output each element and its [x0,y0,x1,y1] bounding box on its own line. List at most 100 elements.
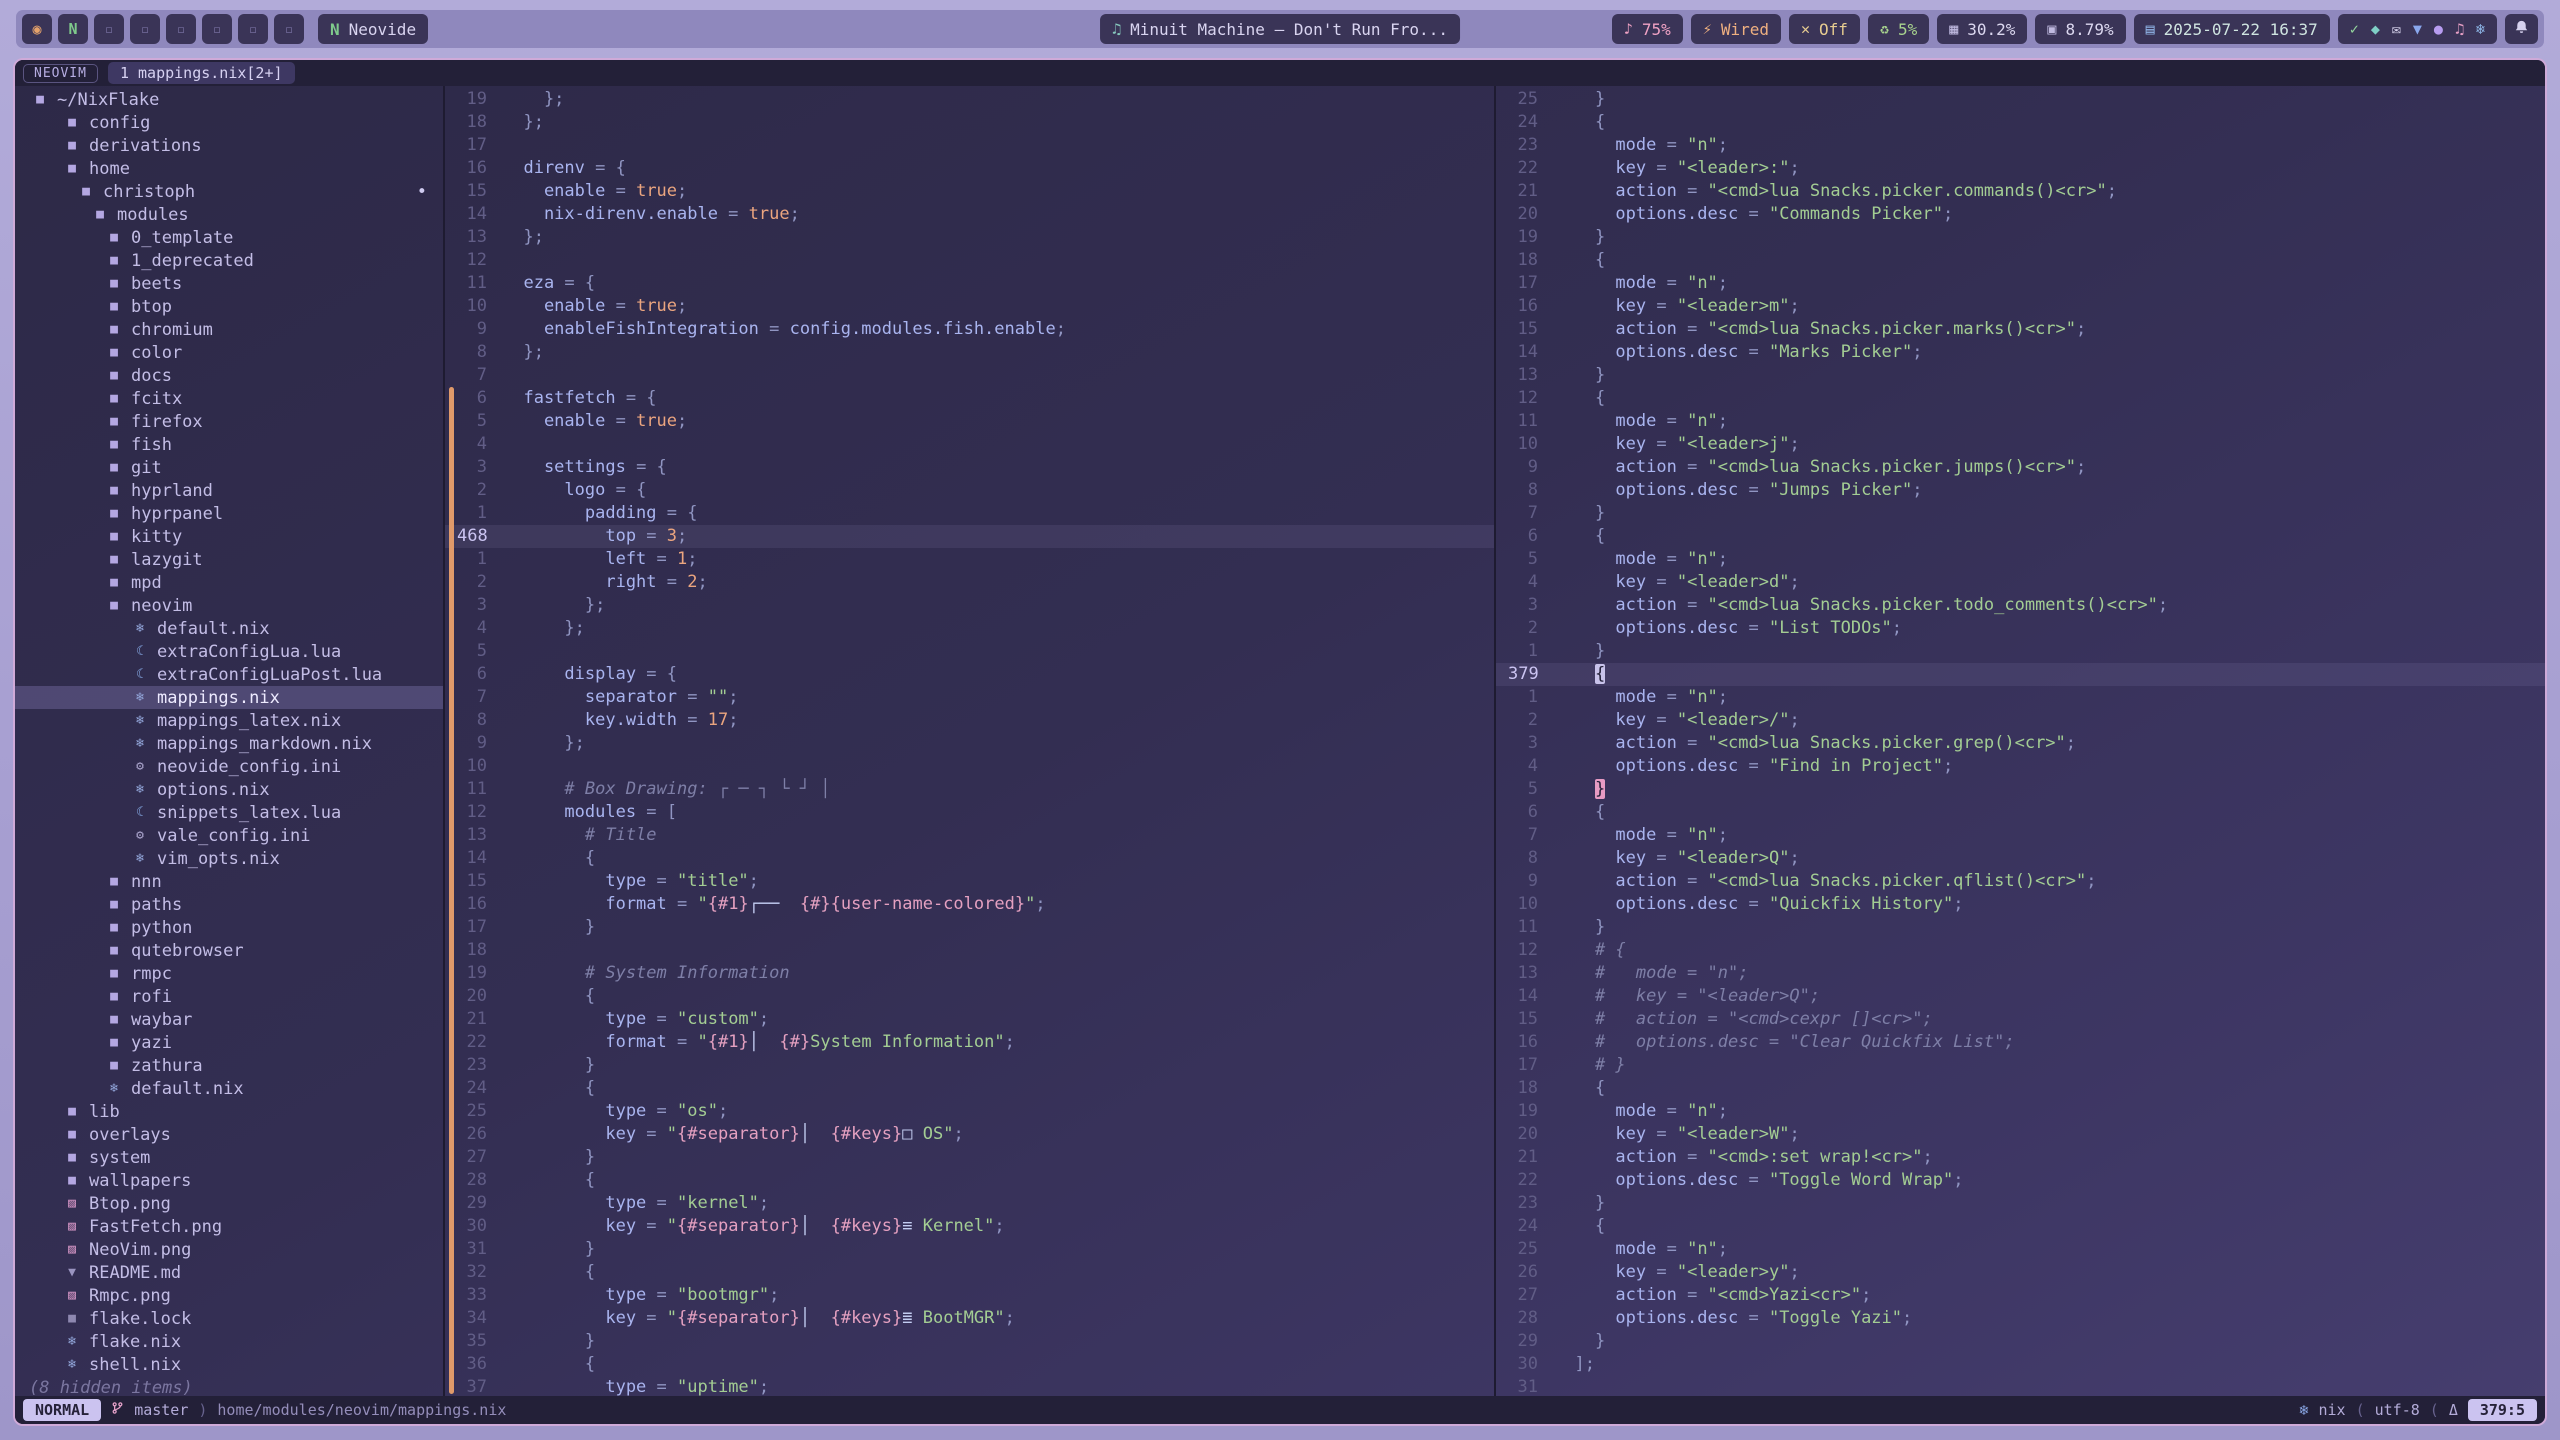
tree-item-README.md[interactable]: ▼README.md [15,1261,443,1284]
code-line[interactable]: 19 }; [445,88,1494,111]
memory-chip[interactable]: ▦30.2% [1937,14,2027,44]
tree-item-hyprpanel[interactable]: ■hyprpanel [15,502,443,525]
code-line[interactable]: 8 key.width = 17; [445,709,1494,732]
code-line[interactable]: 4 [445,433,1494,456]
code-line[interactable]: 25 mode = "n"; [1496,1238,2545,1261]
code-line[interactable]: 30 key = "{#separator}│ {#keys}≡ Kernel"… [445,1215,1494,1238]
code-line[interactable]: 23 } [1496,1192,2545,1215]
code-line[interactable]: 12 modules = [ [445,801,1494,824]
tree-item-~/NixFlake[interactable]: ■~/NixFlake [15,88,443,111]
network-chip[interactable]: ⚡Wired [1691,14,1781,44]
tree-item-snippets_latex.lua[interactable]: ☾snippets_latex.lua [15,801,443,824]
code-line[interactable]: 3 action = "<cmd>lua Snacks.picker.grep(… [1496,732,2545,755]
tree-item-zathura[interactable]: ■zathura [15,1054,443,1077]
code-line[interactable]: 13 # Title [445,824,1494,847]
workspace-empty-1[interactable]: ▫ [94,14,124,44]
code-line[interactable]: 20 key = "<leader>W"; [1496,1123,2545,1146]
neovide-app-chip[interactable]: N Neovide [318,14,428,44]
power-saver-chip[interactable]: ♻5% [1868,14,1929,44]
code-line[interactable]: 1 mode = "n"; [1496,686,2545,709]
tree-item-color[interactable]: ■color [15,341,443,364]
code-line[interactable]: 468 top = 3; [445,525,1494,548]
git-branch-label[interactable]: master [134,1401,188,1419]
code-line[interactable]: 4 }; [445,617,1494,640]
code-line[interactable]: 14 nix-direnv.enable = true; [445,203,1494,226]
code-line[interactable]: 37 type = "uptime"; [445,1376,1494,1396]
tree-item-extraConfigLua.lua[interactable]: ☾extraConfigLua.lua [15,640,443,663]
tree-item-rmpc[interactable]: ■rmpc [15,962,443,985]
workspace-empty-6[interactable]: ▫ [274,14,304,44]
music-player-chip[interactable]: ♫ Minuit Machine – Don't Run Fro... [1100,14,1460,44]
code-line[interactable]: 7 [445,364,1494,387]
code-line[interactable]: 2 right = 2; [445,571,1494,594]
code-line[interactable]: 30 ]; [1496,1353,2545,1376]
code-line[interactable]: 16 format = "{#1}┌── {#}{user-name-color… [445,893,1494,916]
code-line[interactable]: 24 { [1496,1215,2545,1238]
code-line[interactable]: 18 [445,939,1494,962]
code-line[interactable]: 9 action = "<cmd>lua Snacks.picker.jumps… [1496,456,2545,479]
notification-chip[interactable] [2505,14,2538,44]
code-line[interactable]: 7 } [1496,502,2545,525]
code-line[interactable]: 19 } [1496,226,2545,249]
tree-item-home[interactable]: ■home [15,157,443,180]
code-line[interactable]: 5 [445,640,1494,663]
code-line[interactable]: 27 action = "<cmd>Yazi<cr>"; [1496,1284,2545,1307]
tree-item-git[interactable]: ■git [15,456,443,479]
tree-item-lib[interactable]: ■lib [15,1100,443,1123]
code-line[interactable]: 24 { [445,1077,1494,1100]
code-line[interactable]: 25 } [1496,88,2545,111]
tree-item-beets[interactable]: ■beets [15,272,443,295]
code-line[interactable]: 12 { [1496,387,2545,410]
code-line[interactable]: 5 mode = "n"; [1496,548,2545,571]
code-line[interactable]: 36 { [445,1353,1494,1376]
code-line[interactable]: 1 } [1496,640,2545,663]
code-line[interactable]: 3 }; [445,594,1494,617]
code-line[interactable]: 1 left = 1; [445,548,1494,571]
code-line[interactable]: 23 } [445,1054,1494,1077]
tree-item-flake.lock[interactable]: ■flake.lock [15,1307,443,1330]
workspace-empty-2[interactable]: ▫ [130,14,160,44]
tray-app-icon[interactable]: ● [2434,20,2443,38]
code-line[interactable]: 28 { [445,1169,1494,1192]
code-line[interactable]: 18 { [1496,249,2545,272]
code-line[interactable]: 6 { [1496,525,2545,548]
code-line[interactable]: 13 # mode = "n"; [1496,962,2545,985]
code-line[interactable]: 7 separator = ""; [445,686,1494,709]
tree-item-qutebrowser[interactable]: ■qutebrowser [15,939,443,962]
code-line[interactable]: 19 # System Information [445,962,1494,985]
cpu-chip[interactable]: ▣8.79% [2035,14,2125,44]
code-line[interactable]: 13 }; [445,226,1494,249]
code-line[interactable]: 17 # } [1496,1054,2545,1077]
code-line[interactable]: 11 eza = { [445,272,1494,295]
code-line[interactable]: 17 [445,134,1494,157]
tree-item-hyprland[interactable]: ■hyprland [15,479,443,502]
tree-item-0_template[interactable]: ■0_template [15,226,443,249]
code-line[interactable]: 3 action = "<cmd>lua Snacks.picker.todo_… [1496,594,2545,617]
code-line[interactable]: 23 mode = "n"; [1496,134,2545,157]
tree-item-modules[interactable]: ■modules [15,203,443,226]
code-line[interactable]: 7 mode = "n"; [1496,824,2545,847]
code-line[interactable]: 10 [445,755,1494,778]
code-line[interactable]: 14 { [445,847,1494,870]
tree-item-neovide_config.ini[interactable]: ⚙neovide_config.ini [15,755,443,778]
tree-item-mappings_markdown.nix[interactable]: ❄mappings_markdown.nix [15,732,443,755]
code-line[interactable]: 9 action = "<cmd>lua Snacks.picker.qflis… [1496,870,2545,893]
code-line[interactable]: 1 padding = { [445,502,1494,525]
code-line[interactable]: 22 format = "{#1}│ {#}System Information… [445,1031,1494,1054]
code-line[interactable]: 2 options.desc = "List TODOs"; [1496,617,2545,640]
code-line[interactable]: 15 # action = "<cmd>cexpr []<cr>"; [1496,1008,2545,1031]
tree-item-neovim[interactable]: ■neovim [15,594,443,617]
tree-item-paths[interactable]: ■paths [15,893,443,916]
code-line[interactable]: 20 options.desc = "Commands Picker"; [1496,203,2545,226]
code-line[interactable]: 21 type = "custom"; [445,1008,1494,1031]
code-line[interactable]: 12 [445,249,1494,272]
code-line[interactable]: 11 # Box Drawing: ┌ ─ ┐ └ ┘ │ [445,778,1494,801]
code-line[interactable]: 15 enable = true; [445,180,1494,203]
tray-download-icon[interactable]: ▼ [2413,20,2422,38]
code-line[interactable]: 2 logo = { [445,479,1494,502]
code-line[interactable]: 27 } [445,1146,1494,1169]
tree-item-flake.nix[interactable]: ❄flake.nix [15,1330,443,1353]
tree-item-lazygit[interactable]: ■lazygit [15,548,443,571]
code-line[interactable]: 17 } [445,916,1494,939]
tree-item-mpd[interactable]: ■mpd [15,571,443,594]
